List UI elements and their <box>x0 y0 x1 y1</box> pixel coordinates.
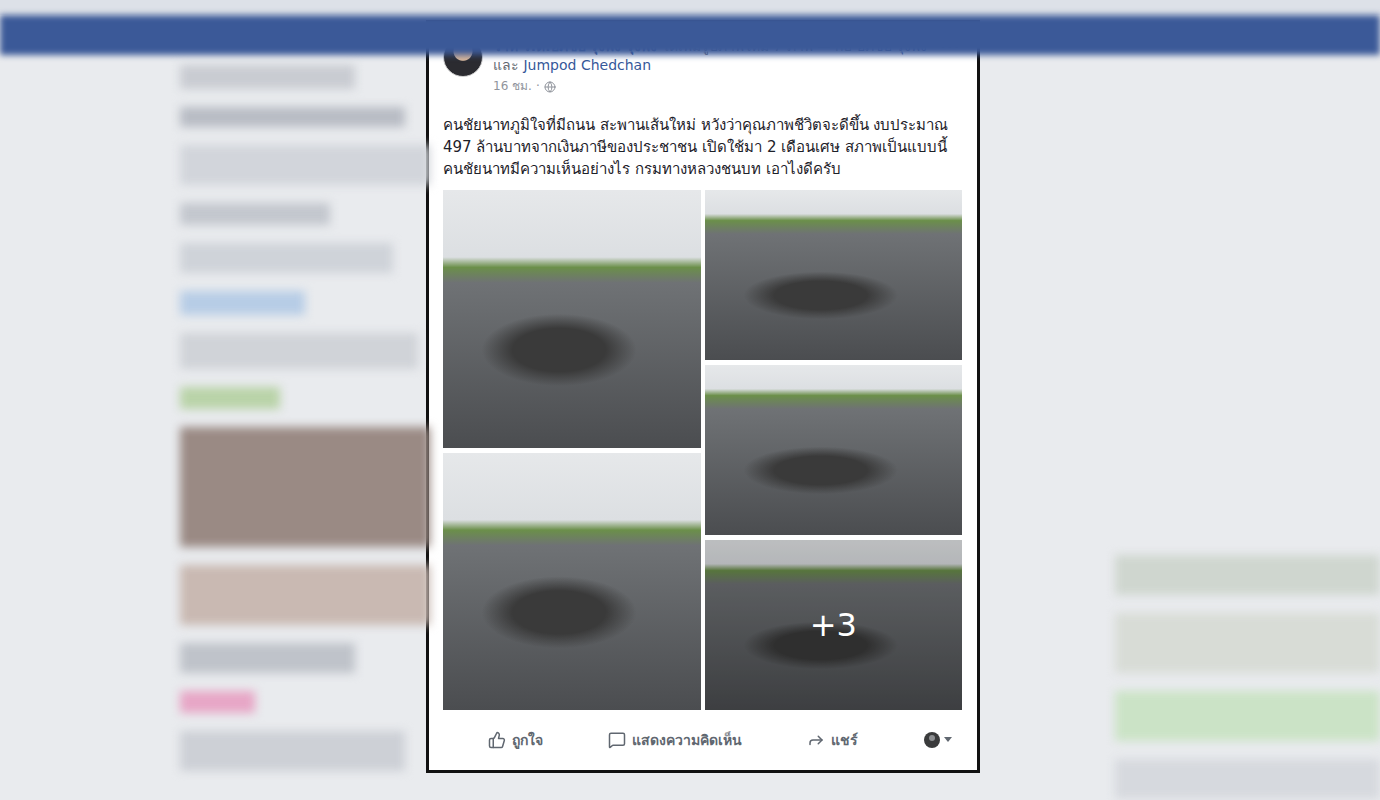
action-bar: ถูกใจ แสดงความคิดเห็น แชร์ <box>443 710 962 770</box>
post-photo[interactable] <box>443 453 701 711</box>
photo-column <box>443 190 701 710</box>
post-photo[interactable] <box>705 365 963 535</box>
blurred-block <box>180 691 255 713</box>
post-text: คนชัยนาทภูมิใจที่มีถนน สะพานเส้นใหม่ หวั… <box>443 114 962 180</box>
conjunction: และ <box>493 57 519 73</box>
post-photo[interactable]: +3 <box>705 540 963 710</box>
audience-selector[interactable] <box>923 731 952 749</box>
separator: · <box>536 77 540 96</box>
blurred-block <box>180 291 305 315</box>
blurred-right-column <box>1115 55 1380 800</box>
blurred-top-bar <box>0 15 1380 55</box>
blurred-block <box>180 203 330 225</box>
action-label: แสดงความคิดเห็น <box>632 729 742 751</box>
action-label: ถูกใจ <box>512 729 543 751</box>
profile-icon <box>923 731 941 749</box>
blurred-block <box>180 565 430 625</box>
blurred-block <box>1115 555 1380 595</box>
comment-button[interactable]: แสดงความคิดเห็น <box>608 729 742 751</box>
blurred-block <box>1115 759 1380 799</box>
action-label: แชร์ <box>831 729 858 751</box>
blurred-block <box>180 145 430 185</box>
blurred-block <box>180 107 405 127</box>
blurred-block <box>180 333 418 369</box>
globe-icon <box>544 81 556 93</box>
share-button[interactable]: แชร์ <box>807 729 858 751</box>
tagged-person[interactable]: Jumpod Chedchan <box>523 57 651 73</box>
caret-down-icon <box>944 737 952 743</box>
comment-icon <box>608 731 626 749</box>
page: ว่าที่ ร.ต.อภิชัย รุ่งพึ่ง รุ่งพึ่ง ได้เ… <box>0 0 1380 800</box>
time-row: 16 ชม.· <box>493 77 927 96</box>
post-photo[interactable] <box>705 190 963 360</box>
blurred-block <box>1115 613 1380 673</box>
share-icon <box>807 731 825 749</box>
post-photo[interactable] <box>443 190 701 448</box>
top-strip <box>0 0 1380 15</box>
blurred-block <box>180 65 355 89</box>
blurred-block <box>180 731 405 771</box>
blurred-block <box>180 427 430 547</box>
blurred-block <box>180 643 355 673</box>
blurred-left-column <box>180 55 430 800</box>
thumbs-up-icon <box>488 731 506 749</box>
post-card: ว่าที่ ร.ต.อภิชัย รุ่งพึ่ง รุ่งพึ่ง ได้เ… <box>426 20 980 773</box>
photo-column: +3 <box>705 190 963 710</box>
photo-grid: +3 <box>443 190 962 710</box>
blurred-block <box>180 243 393 273</box>
post-time[interactable]: 16 ชม. <box>493 77 532 96</box>
blurred-block <box>180 387 280 409</box>
blurred-block <box>1115 691 1380 741</box>
like-button[interactable]: ถูกใจ <box>488 729 543 751</box>
more-photos-overlay[interactable]: +3 <box>705 540 963 710</box>
